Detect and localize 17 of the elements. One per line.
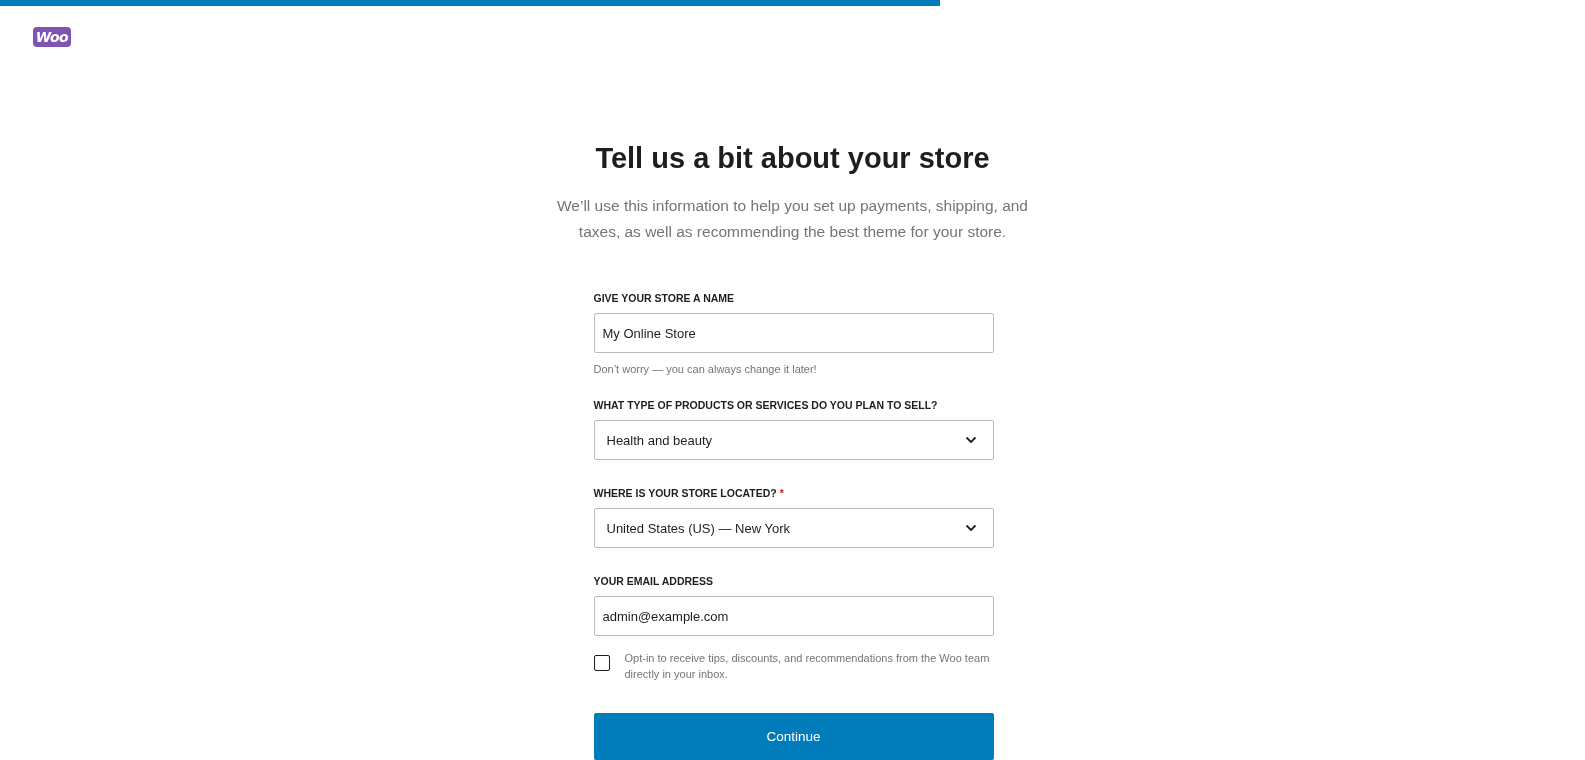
page-title: Tell us a bit about your store — [595, 142, 990, 175]
field-label: WHERE IS YOUR STORE LOCATED? * — [593, 487, 785, 499]
field-label: GIVE YOUR STORE A NAME — [593, 292, 736, 304]
dropdown[interactable]: United States (US) — New York — [593, 508, 994, 548]
checkbox[interactable] — [593, 655, 610, 671]
text-field[interactable]: My Online Store — [593, 313, 994, 353]
chevron-down-icon — [964, 436, 977, 444]
help-text: Don’t worry — you can always change it later! — [593, 363, 818, 375]
dropdown[interactable]: Health and beauty — [593, 420, 994, 460]
text-field[interactable]: admin@example.com — [593, 596, 994, 636]
logo: Woo — [33, 27, 71, 47]
subtitle: We’ll use this information to help you set up payments, shipping, and taxes, as well as recommending the best theme for your store. — [556, 196, 1029, 242]
field-label: YOUR EMAIL ADDRESS — [593, 575, 715, 587]
field-label: WHAT TYPE OF PRODUCTS OR SERVICES DO YOU PLAN TO SELL? — [593, 399, 939, 411]
continue-button[interactable]: Continue — [593, 713, 994, 760]
opt-in-label: Opt-in to receive tips, discounts, and recommendations from the Woo team directly in your inbox. — [624, 651, 991, 682]
chevron-down-icon — [964, 524, 977, 532]
